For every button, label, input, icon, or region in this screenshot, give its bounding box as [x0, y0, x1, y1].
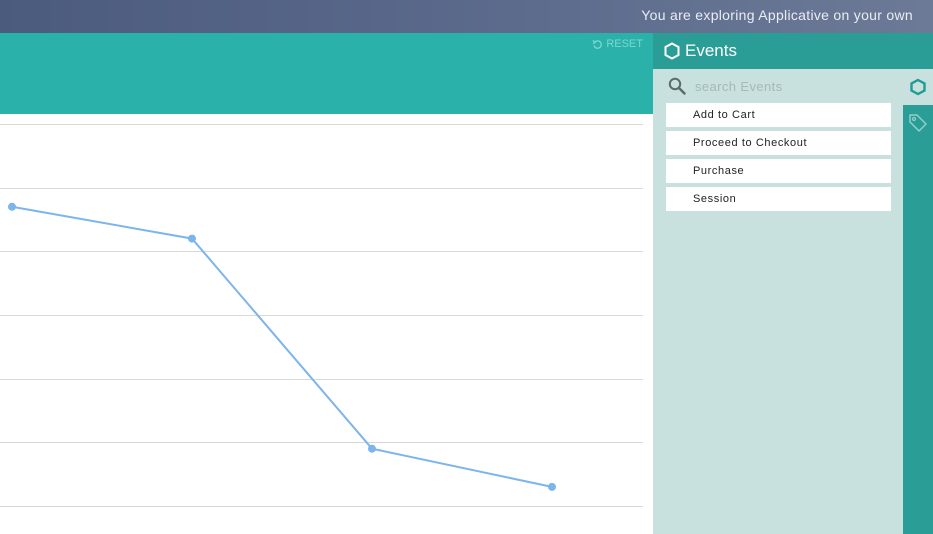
data-point[interactable]	[548, 482, 556, 491]
exploring-message: You are exploring Applicative on your ow…	[641, 7, 913, 23]
data-point[interactable]	[368, 444, 376, 453]
chart-header: RESET	[0, 33, 653, 114]
event-item-session[interactable]: Session	[666, 187, 891, 211]
hexagon-icon	[910, 78, 926, 96]
data-point[interactable]	[8, 202, 16, 211]
events-title: Events	[685, 41, 737, 60]
event-item-add-to-cart[interactable]: Add to Cart	[666, 103, 891, 127]
reset-icon	[592, 39, 603, 49]
search-events-input[interactable]	[693, 74, 887, 98]
data-point[interactable]	[188, 234, 196, 243]
reset-button[interactable]: RESET	[592, 38, 643, 50]
event-item-proceed-to-checkout[interactable]: Proceed to Checkout	[666, 131, 891, 155]
rail-tab-events[interactable]	[903, 69, 933, 105]
events-panel: Add to Cart Proceed to Checkout Purchase…	[653, 69, 903, 534]
event-list: Add to Cart Proceed to Checkout Purchase…	[666, 103, 891, 215]
side-rail	[903, 69, 933, 534]
top-banner: You are exploring Applicative on your ow…	[0, 0, 933, 33]
chart-svg	[0, 124, 643, 507]
line-chart	[0, 114, 653, 534]
hexagon-icon	[664, 42, 680, 60]
series-line	[11, 205, 553, 488]
events-header: Events	[653, 33, 933, 69]
event-item-purchase[interactable]: Purchase	[666, 159, 891, 183]
search-icon	[668, 77, 686, 95]
rail-tab-tags[interactable]	[907, 112, 929, 139]
reset-label: RESET	[606, 38, 643, 50]
tag-icon	[909, 114, 927, 132]
